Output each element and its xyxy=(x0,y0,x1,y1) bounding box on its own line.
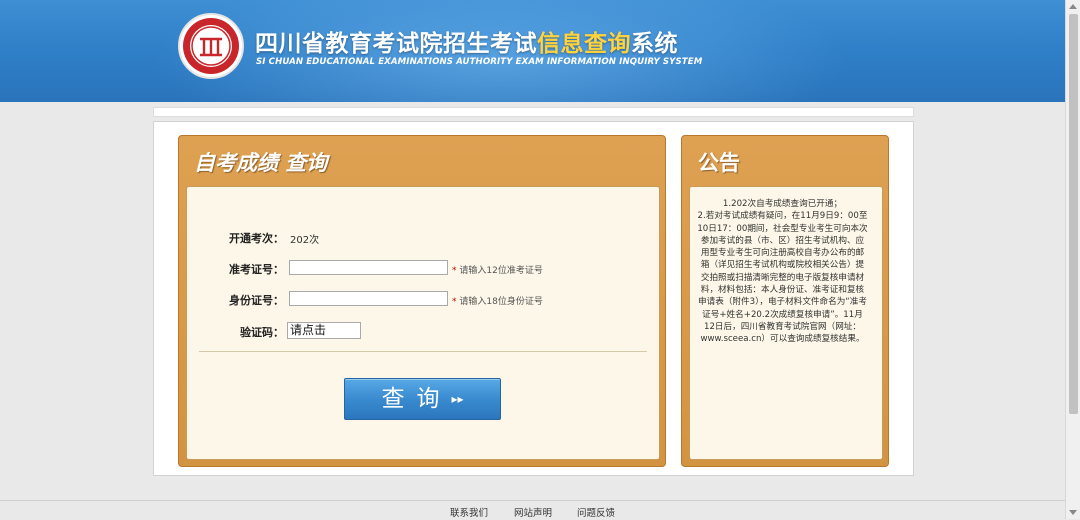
id-hint: * 请输入18位身份证号 xyxy=(452,294,543,307)
scrollbar-thumb[interactable] xyxy=(1069,14,1078,414)
query-submit-label: 查询 xyxy=(381,386,452,412)
title-main-text: 四川省教育考试院招生考试 xyxy=(255,31,537,57)
double-arrow-icon: ▸▸ xyxy=(451,392,464,406)
scroll-down-arrow-icon[interactable] xyxy=(1069,510,1077,515)
notice-paragraph: 2.若对考试成绩有疑问，在11月9日9：00至10日17：00期间，社会型专业考… xyxy=(697,211,868,345)
form-divider xyxy=(199,351,647,352)
notice-paragraph: 1.202次自考成绩查询已开通； xyxy=(722,199,843,209)
page-subtitle: SI CHUAN EDUCATIONAL EXAMINATIONS AUTHOR… xyxy=(256,57,703,67)
ticket-label: 准考证号： xyxy=(229,263,284,276)
session-label: 开通考次： xyxy=(229,232,284,245)
site-footer: 联系我们 网站声明 问题反馈 xyxy=(0,500,1066,520)
seal-logo xyxy=(178,13,244,79)
notice-text: 1.202次自考成绩查询已开通； 2.若对考试成绩有疑问，在11月9日9：00至… xyxy=(697,198,868,346)
site-header: 四川省教育考试院招生考试信息查询系统 SI CHUAN EDUCATIONAL … xyxy=(0,0,1080,102)
required-star: * xyxy=(452,266,457,276)
title-suffix-text: 系统 xyxy=(631,31,678,57)
vertical-scrollbar[interactable] xyxy=(1065,0,1080,519)
notice-panel-title: 公告 xyxy=(698,151,740,175)
footer-link-feedback[interactable]: 问题反馈 xyxy=(577,505,615,519)
id-hint-text: 请输入18位身份证号 xyxy=(459,297,543,307)
required-star: * xyxy=(452,297,457,307)
footer-link-statement[interactable]: 网站声明 xyxy=(514,505,552,519)
top-strip xyxy=(153,107,914,117)
id-number-input[interactable] xyxy=(289,291,448,306)
session-value: 202次 xyxy=(290,235,320,246)
ticket-hint: * 请输入12位准考证号 xyxy=(452,263,543,276)
id-label: 身份证号： xyxy=(229,294,284,307)
page-title: 四川省教育考试院招生考试信息查询系统 xyxy=(255,24,678,58)
query-panel-title: 自考成绩 查询 xyxy=(194,151,328,175)
ticket-hint-text: 请输入12位准考证号 xyxy=(459,266,543,276)
title-highlight-text: 信息查询 xyxy=(537,31,631,57)
scroll-up-arrow-icon[interactable] xyxy=(1069,4,1077,9)
query-submit-button[interactable]: 查询▸▸ xyxy=(344,378,501,420)
captcha-label: 验证码： xyxy=(240,326,284,339)
seal-logo-graphic xyxy=(183,18,239,74)
footer-link-contact[interactable]: 联系我们 xyxy=(450,505,488,519)
ticket-number-input[interactable] xyxy=(289,260,448,275)
captcha-field[interactable]: 请点击 xyxy=(287,322,361,339)
